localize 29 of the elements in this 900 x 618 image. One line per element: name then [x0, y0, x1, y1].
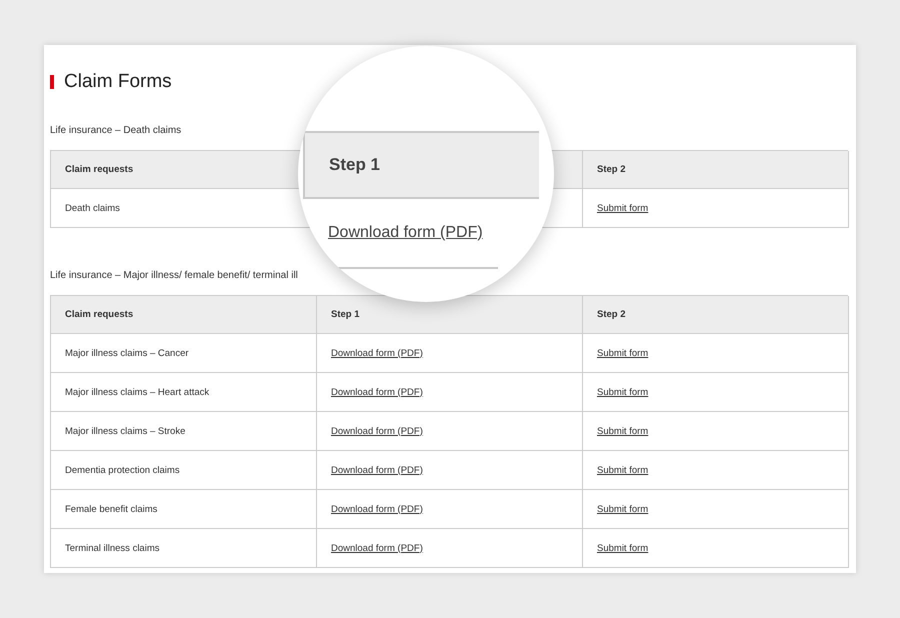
submit-link[interactable]: Submit form	[597, 542, 648, 554]
download-link[interactable]: Download form (PDF)	[331, 542, 423, 554]
download-link[interactable]: Download form (PDF)	[328, 224, 483, 242]
download-link[interactable]: Download form (PDF)	[331, 504, 423, 514]
download-link[interactable]: Download form (PDF)	[331, 386, 423, 398]
column-header: Step 2	[583, 296, 849, 334]
column-header: Step 1	[317, 296, 583, 334]
download-link[interactable]: Download form (PDF)	[331, 426, 423, 436]
download-link[interactable]: Download form (PDF)	[331, 348, 423, 358]
download-link[interactable]: Download form (PDF)	[331, 464, 423, 476]
accent-bar	[50, 75, 54, 89]
submit-link[interactable]: Submit form	[597, 464, 648, 476]
submit-link[interactable]: Submit form	[597, 386, 648, 398]
column-header: Step 2	[583, 151, 849, 189]
submit-link[interactable]: Submit form	[597, 348, 648, 358]
table-cell: Female benefit claims	[51, 490, 317, 529]
section-heading: Life insurance – Death claims	[50, 125, 182, 136]
column-header: Claim requests	[51, 296, 317, 334]
submit-link[interactable]: Submit form	[597, 426, 648, 436]
table-cell: Major illness claims – Stroke	[51, 412, 317, 451]
table-cell: Dementia protection claims	[51, 451, 317, 490]
table-cell: Major illness claims – Cancer	[51, 334, 317, 373]
section-heading: Life insurance – Major illness/ female benefit/ terminal ill	[50, 270, 299, 281]
table-cell: Major illness claims – Heart attack	[51, 373, 317, 412]
column-header: Step 1	[303, 131, 539, 199]
page-title: Claim Forms	[64, 71, 172, 93]
table-cell: Terminal illness claims	[51, 529, 317, 568]
submit-link[interactable]: Submit form	[597, 504, 648, 514]
submit-link[interactable]: Submit form	[597, 202, 648, 214]
